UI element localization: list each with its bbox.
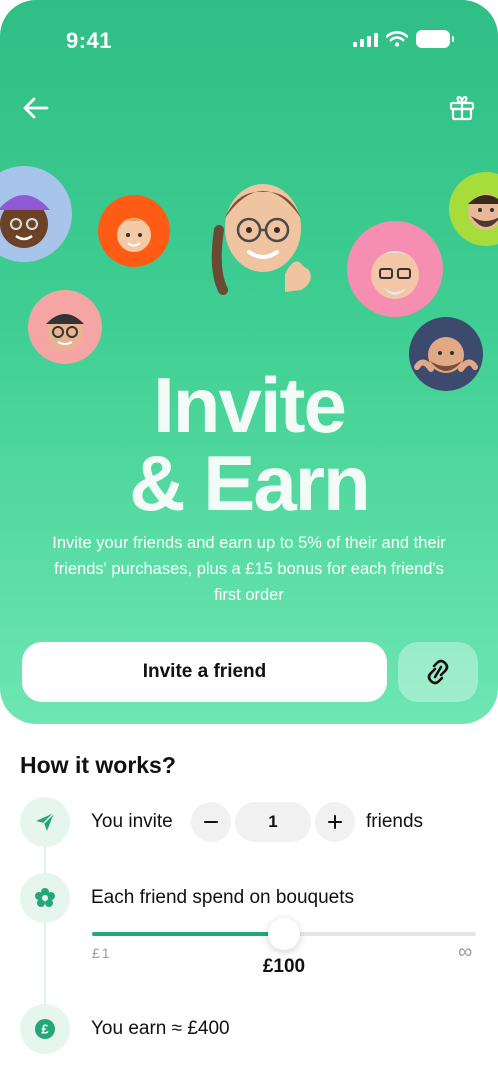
battery-icon	[416, 30, 454, 48]
hero-section: 9:41 Invite & Earn Invite your friends a…	[0, 0, 498, 724]
slider-value-label: £100	[262, 956, 306, 977]
hero-subtitle: Invite your friends and earn up to 5% of…	[52, 534, 446, 604]
link-icon	[427, 659, 449, 685]
flower-icon	[35, 888, 55, 907]
avatar-main-memoji	[205, 170, 320, 310]
step-invite-prefix: You invite	[91, 811, 173, 832]
timeline-connector	[44, 846, 46, 1006]
gift-icon	[449, 95, 475, 121]
plus-icon	[328, 815, 342, 829]
avatar-friend-grey-hair	[347, 221, 443, 317]
how-it-works-title: How it works?	[20, 752, 176, 778]
pound-coin-icon: £	[35, 1019, 55, 1039]
headline-line-2: & Earn	[129, 439, 370, 527]
step-earn-icon-wrap: £	[20, 1004, 70, 1054]
paper-plane-icon	[36, 812, 55, 831]
increment-button[interactable]	[315, 802, 355, 842]
status-time: 9:41	[66, 28, 113, 53]
copy-link-button[interactable]	[398, 642, 478, 702]
avatar-friend-glasses-cap	[28, 290, 102, 364]
friends-count[interactable]: 1	[235, 802, 311, 842]
invite-friend-button[interactable]: Invite a friend	[22, 642, 387, 702]
avatar-friend-bearded	[449, 172, 498, 246]
slider-min-label: £1	[92, 945, 112, 961]
wifi-icon	[386, 31, 408, 47]
arrow-left-icon	[23, 97, 49, 119]
step-earn-label: You earn ≈ £400	[91, 1018, 230, 1039]
minus-icon	[204, 821, 218, 823]
spend-slider-fill	[92, 932, 284, 936]
spend-slider-thumb[interactable]	[268, 918, 300, 950]
avatar-friend-blond	[98, 195, 170, 267]
slider-max-label: ∞	[458, 941, 473, 963]
gift-button[interactable]	[442, 88, 482, 128]
step-invite-suffix: friends	[366, 811, 424, 832]
step-spend-label: Each friend spend on bouquets	[91, 887, 355, 908]
status-icons	[353, 30, 454, 48]
decrement-button[interactable]	[191, 802, 231, 842]
status-bar: 9:41	[0, 0, 498, 80]
step-spend-icon-wrap	[20, 873, 70, 923]
back-button[interactable]	[16, 88, 56, 128]
svg-text:£: £	[41, 1022, 49, 1037]
step-invite-icon-wrap	[20, 797, 70, 847]
avatar-friend-purple-cap	[0, 166, 72, 262]
signal-icon	[353, 31, 378, 47]
